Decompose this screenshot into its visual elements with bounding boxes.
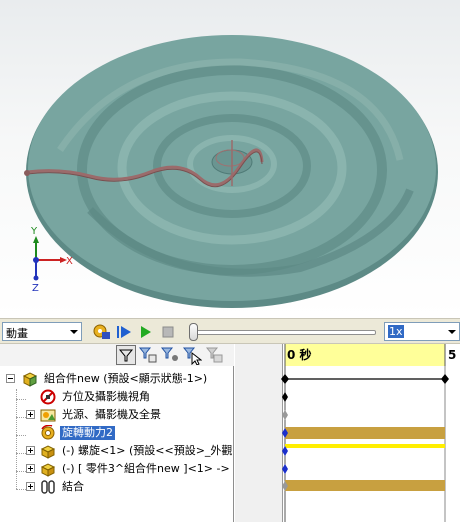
timeline-chart[interactable]: 0 秒 5 (235, 344, 460, 522)
stop-icon (162, 326, 174, 338)
tree-item-label: 旋轉動力2 (60, 426, 115, 440)
tree-item-mates[interactable]: 結合 (0, 478, 234, 496)
tree-item-rotary-motor[interactable]: 旋轉動力2 (0, 424, 234, 442)
graphics-viewport[interactable]: Y X Z (0, 0, 460, 318)
motor-timeline-bar[interactable] (285, 427, 445, 439)
tree-item-part3[interactable]: (-) [ 零件3^組合件new ]<1> -> (0, 460, 234, 478)
timeline-pane[interactable]: 0 秒 5 (235, 344, 460, 522)
model-view[interactable]: Y X Z (0, 0, 460, 318)
spiral-timeline-marker[interactable] (285, 444, 445, 448)
expand-icon[interactable] (26, 464, 35, 473)
expand-icon[interactable] (26, 410, 35, 419)
tree-item-label: 組合件new (預設<顯示狀態-1>) (44, 372, 208, 385)
tree-item-spiral-part[interactable]: (-) 螺旋<1> (預設<<預設>_外觀 (0, 442, 234, 460)
filter-results-button[interactable] (182, 345, 203, 366)
key-point[interactable] (282, 464, 288, 474)
play-icon (141, 326, 151, 338)
timeline-start-label: 0 秒 (287, 347, 312, 362)
filter-driving-icon (138, 347, 157, 363)
key-point[interactable] (441, 374, 449, 384)
chevron-down-icon (66, 323, 81, 340)
collapse-icon[interactable] (6, 374, 15, 383)
playback-speed-value: 1x (388, 325, 404, 338)
x-axis-label: X (66, 256, 73, 267)
tree-item-assembly[interactable]: 組合件new (預設<顯示狀態-1>) (0, 370, 234, 388)
filter-animated-icon (118, 349, 134, 362)
filter-selected-icon (160, 347, 178, 361)
playback-slider-thumb[interactable] (189, 323, 198, 341)
play-from-start-button[interactable] (114, 322, 134, 342)
timeline-end-label: 5 (448, 348, 456, 362)
study-type-value: 動畫 (6, 327, 28, 340)
tree-item-lights-cameras[interactable]: 光源、攝影機及全景 (0, 406, 234, 424)
play-button[interactable] (136, 322, 156, 342)
key-point[interactable] (281, 374, 289, 384)
z-axis-label: Z (32, 283, 39, 294)
rotary-motor-icon (41, 425, 55, 440)
filter-selected-button[interactable] (160, 345, 180, 365)
part-icon (40, 445, 56, 459)
tree-item-label: 光源、攝影機及全景 (62, 408, 161, 421)
stop-button[interactable] (158, 322, 178, 342)
chevron-down-icon (444, 323, 459, 340)
key-point[interactable] (282, 410, 288, 420)
orientation-camera-icon (40, 389, 56, 405)
lights-cameras-icon (40, 409, 56, 422)
autokey-icon (205, 347, 223, 363)
tree-filter-toolbar (0, 344, 234, 366)
expand-icon[interactable] (26, 446, 35, 455)
calculate-icon (93, 324, 110, 339)
motion-feature-tree: 組合件new (預設<顯示狀態-1>) 方位及攝影機視角 光源、攝影機及全景 旋… (0, 344, 234, 522)
part-icon (40, 463, 56, 477)
mates-timeline-bar[interactable] (285, 480, 445, 491)
y-axis-label: Y (30, 226, 38, 237)
assembly-icon (22, 372, 38, 387)
tree-item-label: (-) 螺旋<1> (預設<<預設>_外觀 (62, 444, 233, 457)
tree-item-orientation-camera[interactable]: 方位及攝影機視角 (0, 388, 234, 406)
filter-animated-button[interactable] (116, 345, 136, 365)
filter-results-icon (182, 347, 203, 366)
playback-slider-track[interactable] (196, 330, 376, 335)
autokey-button[interactable] (204, 345, 224, 365)
calculate-button[interactable] (92, 322, 112, 342)
tree-item-label: (-) [ 零件3^組合件new ]<1> -> (62, 462, 230, 475)
key-point[interactable] (282, 392, 288, 402)
tree-item-label: 方位及攝影機視角 (62, 390, 150, 403)
filter-driving-button[interactable] (138, 345, 158, 365)
play-from-start-icon (117, 326, 131, 338)
expand-icon[interactable] (26, 482, 35, 491)
tree-item-label: 結合 (62, 480, 84, 493)
playback-speed-select[interactable]: 1x (384, 322, 460, 341)
motion-manager-toolbar: 動畫 1x (0, 318, 460, 344)
study-type-select[interactable]: 動畫 (2, 322, 82, 341)
mates-icon (41, 480, 55, 494)
